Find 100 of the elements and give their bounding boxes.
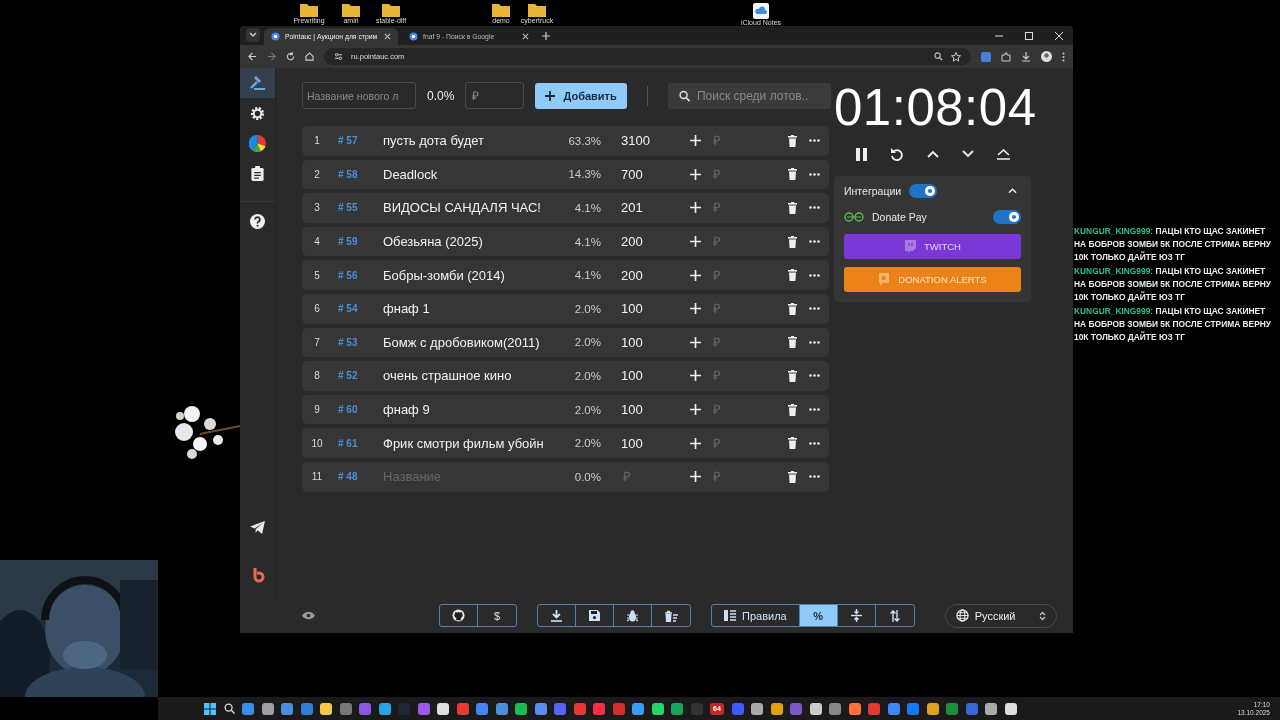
add-amount-field[interactable]: ₽ [707, 367, 739, 385]
lot-name[interactable]: пусть дота будет [376, 133, 566, 149]
app-icon[interactable] [534, 702, 547, 715]
rules-button[interactable]: Правила [712, 605, 800, 626]
save-icon[interactable] [589, 610, 600, 621]
delete-icon[interactable] [787, 302, 797, 315]
chevron-up-icon[interactable] [926, 150, 939, 158]
app-icon[interactable] [751, 702, 763, 715]
lot-name[interactable]: ВИДОСЫ САНДАЛЯ ЧАС! [376, 200, 566, 216]
app-icon[interactable] [632, 702, 644, 715]
app-icon[interactable] [1004, 702, 1017, 715]
globe-icon[interactable] [955, 609, 969, 622]
folder-icon[interactable] [300, 3, 318, 17]
lot-name[interactable]: Бомж с дробовиком(2011) [376, 334, 566, 350]
delete-icon[interactable] [787, 269, 797, 282]
lot-id[interactable]: # 48 [332, 471, 376, 483]
zoom-icon[interactable] [934, 52, 943, 61]
delete-icon[interactable] [787, 202, 797, 214]
more-icon[interactable] [808, 408, 820, 412]
lot-id[interactable]: # 55 [332, 202, 376, 214]
close-icon[interactable] [384, 33, 391, 40]
more-icon[interactable] [808, 273, 820, 277]
add-amount-field[interactable]: ₽ [707, 401, 739, 419]
updown-icon[interactable] [1038, 610, 1046, 621]
download-icon[interactable] [1021, 51, 1031, 62]
delete-icon[interactable] [787, 168, 797, 181]
app-icon[interactable] [651, 702, 664, 715]
folder-icon[interactable] [492, 3, 510, 17]
lot-amount[interactable]: 100 [621, 435, 683, 451]
app-icon[interactable] [848, 702, 861, 715]
lot-id[interactable]: # 53 [332, 336, 376, 348]
lot-name[interactable]: Обезьяна (2025) [376, 234, 566, 250]
lot-amount[interactable]: 200 [621, 234, 683, 250]
add-button[interactable]: Добавить [535, 82, 627, 109]
app-icon[interactable] [926, 702, 939, 715]
delete-icon[interactable] [787, 437, 797, 450]
lot-id[interactable]: # 56 [332, 269, 376, 281]
add-amount-field[interactable]: ₽ [707, 468, 739, 486]
more-icon[interactable] [808, 172, 820, 176]
app-icon[interactable] [809, 702, 822, 715]
download-icon[interactable] [551, 609, 562, 622]
lot-amount[interactable]: 201 [621, 200, 683, 216]
app-icon[interactable] [437, 702, 449, 715]
lot-amount-field[interactable]: ₽ [621, 468, 683, 486]
lot-id[interactable]: # 57 [332, 135, 376, 147]
toggle-switch[interactable] [909, 184, 938, 198]
app-icon[interactable] [261, 702, 274, 715]
folder-icon[interactable] [342, 3, 360, 17]
close-icon[interactable] [1055, 31, 1063, 40]
lot-name[interactable]: очень страшное кино [376, 368, 566, 384]
delete-icon[interactable] [787, 134, 797, 147]
more-menu-icon[interactable] [1062, 51, 1065, 62]
lot-id[interactable]: # 58 [332, 168, 376, 180]
delete-icon[interactable] [787, 369, 797, 382]
add-amount-field[interactable]: ₽ [707, 434, 739, 452]
add-amount-field[interactable]: ₽ [707, 266, 739, 284]
add-amount-field[interactable]: ₽ [707, 300, 739, 318]
lot-id[interactable]: # 59 [332, 236, 376, 248]
lot-name[interactable]: Deadlock [376, 166, 566, 182]
close-icon[interactable] [522, 33, 529, 40]
chevron-down-icon[interactable] [249, 32, 257, 38]
more-icon[interactable] [808, 340, 820, 344]
home-icon[interactable] [305, 52, 314, 61]
lot-amount[interactable]: 100 [621, 402, 683, 418]
lot-amount[interactable]: 100 [621, 368, 683, 384]
extensions-icon[interactable] [1001, 51, 1011, 62]
delete-icon[interactable] [787, 403, 797, 416]
app-icon[interactable] [320, 702, 332, 715]
more-icon[interactable] [808, 374, 820, 378]
app-icon[interactable] [770, 702, 783, 715]
add-amount-field[interactable]: ₽ [707, 165, 739, 183]
windows-start-icon[interactable] [204, 702, 216, 715]
new-lot-amount-field[interactable]: ₽ [465, 82, 525, 109]
folder-icon[interactable] [528, 3, 546, 17]
search-input[interactable]: Поиск среди лотов.. [689, 88, 831, 103]
bug-icon[interactable] [627, 609, 638, 622]
eject-icon[interactable] [996, 148, 1010, 160]
forward-icon[interactable] [267, 52, 276, 61]
add-amount-field[interactable]: ₽ [707, 333, 739, 351]
lot-name[interactable]: фнаф 9 [376, 402, 566, 418]
app-icon[interactable] [515, 702, 527, 715]
plus-icon[interactable] [545, 90, 556, 101]
more-icon[interactable] [808, 307, 820, 311]
maximize-icon[interactable] [1025, 31, 1033, 40]
add-amount-field[interactable]: ₽ [707, 233, 739, 251]
new-tab-icon[interactable] [542, 32, 550, 40]
restart-icon[interactable] [889, 146, 904, 162]
list-icon[interactable] [724, 610, 736, 621]
split-icon[interactable] [850, 609, 862, 622]
delete-icon[interactable] [787, 235, 797, 248]
delete-icon[interactable] [787, 336, 797, 349]
cloud-icon[interactable] [753, 3, 769, 19]
search-icon[interactable] [678, 89, 690, 102]
lot-amount[interactable]: 700 [621, 166, 683, 182]
add-amount-field[interactable]: ₽ [707, 199, 739, 217]
trash-list-icon[interactable] [664, 609, 678, 622]
app-icon[interactable] [985, 702, 997, 715]
lot-amount[interactable]: 200 [621, 267, 683, 283]
lot-amount[interactable]: 100 [621, 301, 683, 317]
search-icon[interactable] [223, 703, 235, 714]
